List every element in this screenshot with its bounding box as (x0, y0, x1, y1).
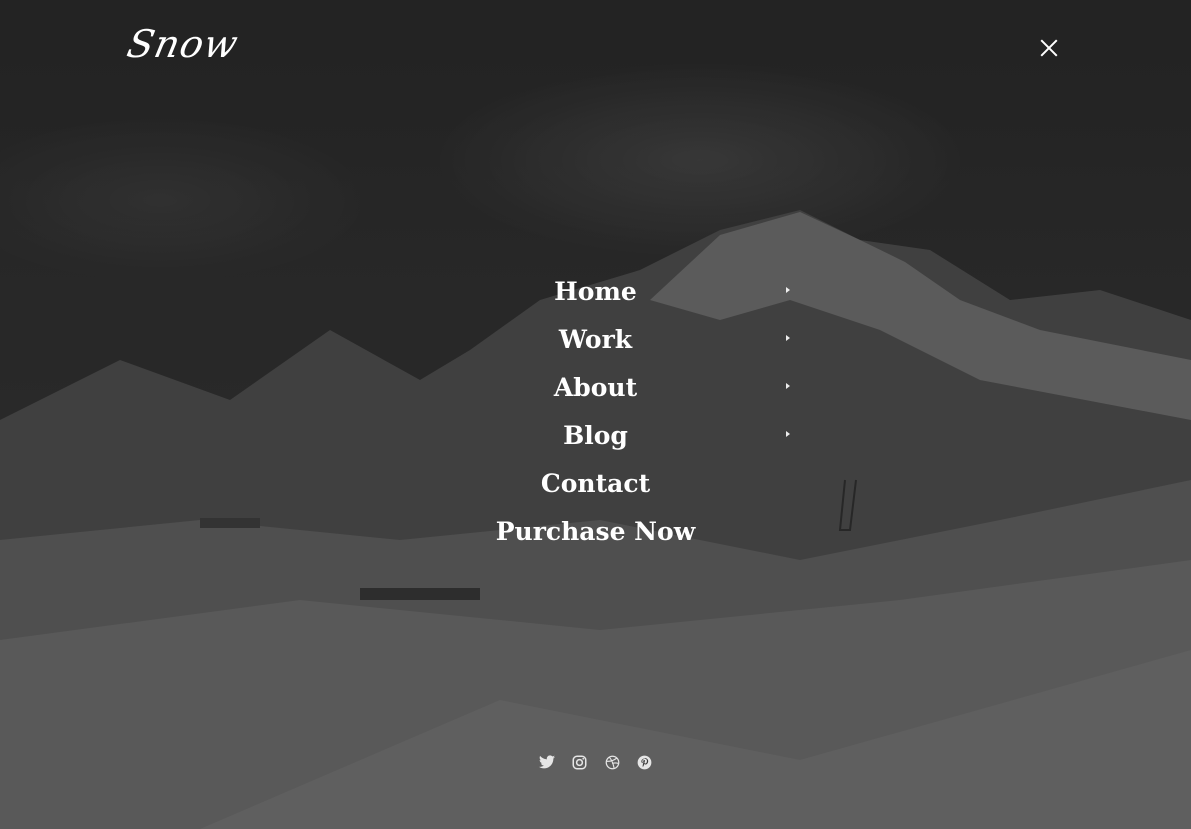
menu-overlay-screen: Snow Home Work About Blog Contact Purcha… (0, 0, 1191, 829)
chevron-right-icon (786, 431, 790, 437)
menu-item-label: Contact (540, 469, 651, 498)
menu-item-label: Purchase Now (495, 517, 696, 546)
menu-item-about[interactable]: About (0, 364, 1191, 412)
site-logo[interactable]: Snow (123, 22, 242, 66)
instagram-icon[interactable] (567, 749, 593, 775)
menu-item-blog[interactable]: Blog (0, 412, 1191, 460)
menu-item-label: Blog (563, 421, 628, 450)
main-navigation: Home Work About Blog Contact Purchase No… (0, 268, 1191, 556)
chevron-right-icon (786, 287, 790, 293)
dribbble-icon[interactable] (599, 749, 625, 775)
chevron-right-icon (786, 383, 790, 389)
social-links (534, 749, 658, 775)
menu-item-contact[interactable]: Contact (0, 460, 1191, 508)
chevron-right-icon (786, 335, 790, 341)
menu-item-home[interactable]: Home (0, 268, 1191, 316)
menu-item-purchase-now[interactable]: Purchase Now (0, 508, 1191, 556)
twitter-icon[interactable] (534, 749, 560, 775)
close-icon[interactable] (1036, 35, 1062, 61)
menu-item-label: Home (554, 277, 637, 306)
menu-item-work[interactable]: Work (0, 316, 1191, 364)
menu-item-label: About (553, 373, 638, 402)
pinterest-icon[interactable] (632, 749, 658, 775)
menu-item-label: Work (558, 325, 633, 354)
